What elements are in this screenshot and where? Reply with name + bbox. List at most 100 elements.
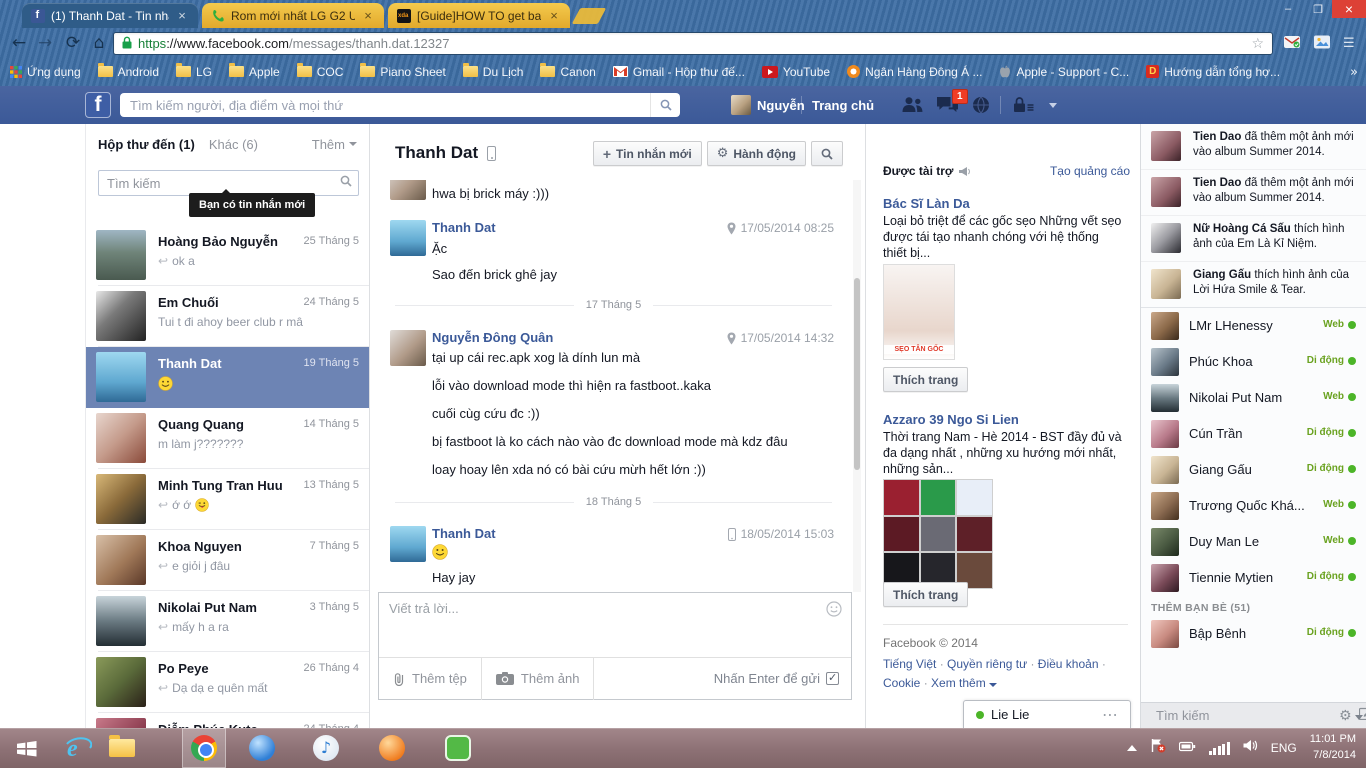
start-button[interactable] [0,728,52,768]
gmail-extension-icon[interactable] [1284,35,1300,53]
create-ad-link[interactable]: Tạo quảng cáo [1050,164,1130,178]
new-message-button[interactable]: Tin nhắn mới [593,141,702,166]
chat-friend-row[interactable]: Duy Man Le Web [1141,524,1366,560]
speaker-icon[interactable] [1243,739,1258,757]
browser-tab-facebook[interactable]: (1) Thanh Dat - Tin nhắn [22,3,198,28]
bookmark-star-icon[interactable] [1251,35,1264,52]
attach-file-button[interactable]: Thêm tệp [379,658,482,700]
conversation-row[interactable]: Hoàng Bảo Nguyễn 25 Tháng 5 ok a [86,225,369,286]
ticker-item[interactable]: Nữ Hoàng Cá Sấu thích hình ảnh của Em Là… [1141,216,1366,262]
taskbar-itunes-icon[interactable]: ♪ [306,728,346,768]
search-button[interactable] [650,93,680,117]
chat-sidebar-search[interactable] [1141,702,1366,728]
window-close-button[interactable]: × [1332,0,1366,18]
conversation-row[interactable]: Em Chuối 24 Tháng 5 Tui t đi ahoy beer c… [86,286,369,347]
taskbar-ie-icon[interactable]: e [58,728,98,768]
message-sender-link[interactable]: Thanh Dat [432,220,496,235]
like-page-button[interactable]: Thích trang [883,367,968,392]
chat-friend-row[interactable]: Giang Gấu Di động [1141,452,1366,488]
bookmark-lg[interactable]: LG [176,65,212,79]
new-tab-button[interactable] [572,8,607,24]
chat-friend-row[interactable]: LMr LHenessy Web [1141,308,1366,344]
bookmark-huong-dan[interactable]: Hướng dẫn tổng hợ... [1146,65,1280,79]
ticker-name[interactable]: Tien Dao [1193,177,1241,189]
privacy-shortcuts-icon[interactable] [1013,96,1035,113]
bookmark-apps[interactable]: Ứng dụng [10,65,81,79]
taskbar-blue-app-icon[interactable] [242,728,282,768]
ad-title-link[interactable]: Azzaro 39 Ngo Si Lien [883,412,1019,427]
home-link[interactable]: Trang chủ [812,98,874,113]
ad-image[interactable]: SẸO TÂN GỐC [883,264,955,360]
profile-name-link[interactable]: Nguyễn [757,98,805,113]
facebook-logo[interactable] [85,92,111,118]
emoticon-picker-icon[interactable] [826,601,842,622]
reload-button[interactable] [62,32,84,54]
scrollbar-thumb[interactable] [854,278,860,470]
enter-to-send-toggle[interactable]: Nhấn Enter để gửi [714,671,851,686]
forward-button[interactable] [34,32,56,54]
bookmarks-overflow-icon[interactable] [1350,64,1358,80]
ticker-name[interactable]: Giang Gấu [1193,269,1251,281]
footer-link[interactable]: Tiếng Việt [883,657,947,671]
reply-input[interactable] [379,593,851,653]
network-flag-icon[interactable] [1150,738,1166,758]
ticker-item[interactable]: Giang Gấu thích hình ảnh của Lời Hứa Smi… [1141,262,1366,308]
browser-tab-rom[interactable]: Rom mới nhất LG G2 Upd [202,3,384,28]
conversation-row[interactable]: Quang Quang 14 Tháng 5 m làm j??????? [86,408,369,469]
message-sender-link[interactable]: Thanh Dat [432,526,496,541]
add-photo-button[interactable]: Thêm ảnh [482,658,595,700]
conversation-row[interactable]: Nikolai Put Nam 3 Tháng 5 mấy h a ra [86,591,369,652]
bookmark-piano-sheet[interactable]: Piano Sheet [360,65,445,79]
ticker-name[interactable]: Tien Dao [1193,131,1241,143]
browser-tab-xda[interactable]: [Guide]HOW TO get back [388,3,570,28]
tab-other[interactable]: Khác (6) [209,137,258,152]
facebook-search-input[interactable] [120,98,650,113]
conversation-row[interactable]: Po Peye 26 Tháng 4 Dạ dạ e quên mất [86,652,369,713]
conversation-row[interactable]: Minh Tung Tran Huu 13 Tháng 5 ớ ớ [86,469,369,530]
footer-link[interactable]: Xem thêm [931,676,986,690]
taskbar-chrome-icon-active[interactable] [182,728,226,768]
tab-inbox[interactable]: Hộp thư đến (1) [98,137,195,152]
ticker-item[interactable]: Tien Dao đã thêm một ảnh mới vào album S… [1141,124,1366,170]
search-icon[interactable] [340,174,352,192]
chrome-menu-icon[interactable] [1343,35,1355,51]
bookmark-coc[interactable]: COC [297,65,344,79]
chat-friend-row[interactable]: Bập Bênh Di động [1141,616,1366,652]
message-sender-link[interactable]: Nguyễn Đông Quân [432,330,553,345]
language-indicator[interactable]: ENG [1271,741,1297,755]
taskbar-orange-app-icon[interactable] [372,728,412,768]
chat-sidebar-search-input[interactable] [1156,708,1332,723]
signal-bars-icon[interactable] [1209,742,1230,755]
chat-dock-tab[interactable]: Lie Lie [963,700,1131,728]
taskbar-green-app-icon[interactable] [438,728,478,768]
window-maximize-button[interactable]: ❐ [1304,0,1332,18]
tab-close-icon[interactable] [175,9,189,23]
address-bar[interactable]: https ://www.facebook.com /messages/than… [113,32,1273,55]
ellipsis-icon[interactable] [1102,705,1118,725]
back-button[interactable] [8,32,30,54]
notifications-globe-icon[interactable] [972,96,990,114]
footer-link[interactable]: Quyền riêng tư [947,657,1038,671]
sidebar-collapse-caret-icon[interactable] [1355,715,1363,720]
like-page-button[interactable]: Thích trang [883,582,968,607]
conversation-row-selected[interactable]: Thanh Dat 19 Tháng 5 [86,347,369,408]
window-minimize-button[interactable]: – [1274,0,1302,18]
tray-expand-icon[interactable] [1127,745,1137,751]
inbox-more-button[interactable]: Thêm [312,137,357,152]
inbox-search-input[interactable] [99,176,340,191]
chat-friend-row[interactable]: Trương Quốc Khá... Web [1141,488,1366,524]
checkbox-checked-icon[interactable] [826,672,839,685]
profile-avatar[interactable] [731,95,751,115]
bookmark-android[interactable]: Android [98,65,159,79]
home-button[interactable] [88,32,110,54]
facebook-search[interactable] [120,93,680,117]
friend-requests-icon[interactable] [901,96,924,113]
conversation-row[interactable]: Diễm Phúc Kute 24 Tháng 4 [86,713,369,728]
footer-link[interactable]: Điều khoản [1038,657,1106,671]
footer-link[interactable]: Cookie [883,676,931,690]
conversation-row[interactable]: Khoa Nguyen 7 Tháng 5 e giỏi j đâu [86,530,369,591]
chat-friend-row[interactable]: Tiennie Mytien Di động [1141,560,1366,596]
bookmark-canon[interactable]: Canon [540,65,595,79]
chat-friend-row[interactable]: Nikolai Put Nam Web [1141,380,1366,416]
ticker-name[interactable]: Nữ Hoàng Cá Sấu [1193,223,1291,235]
